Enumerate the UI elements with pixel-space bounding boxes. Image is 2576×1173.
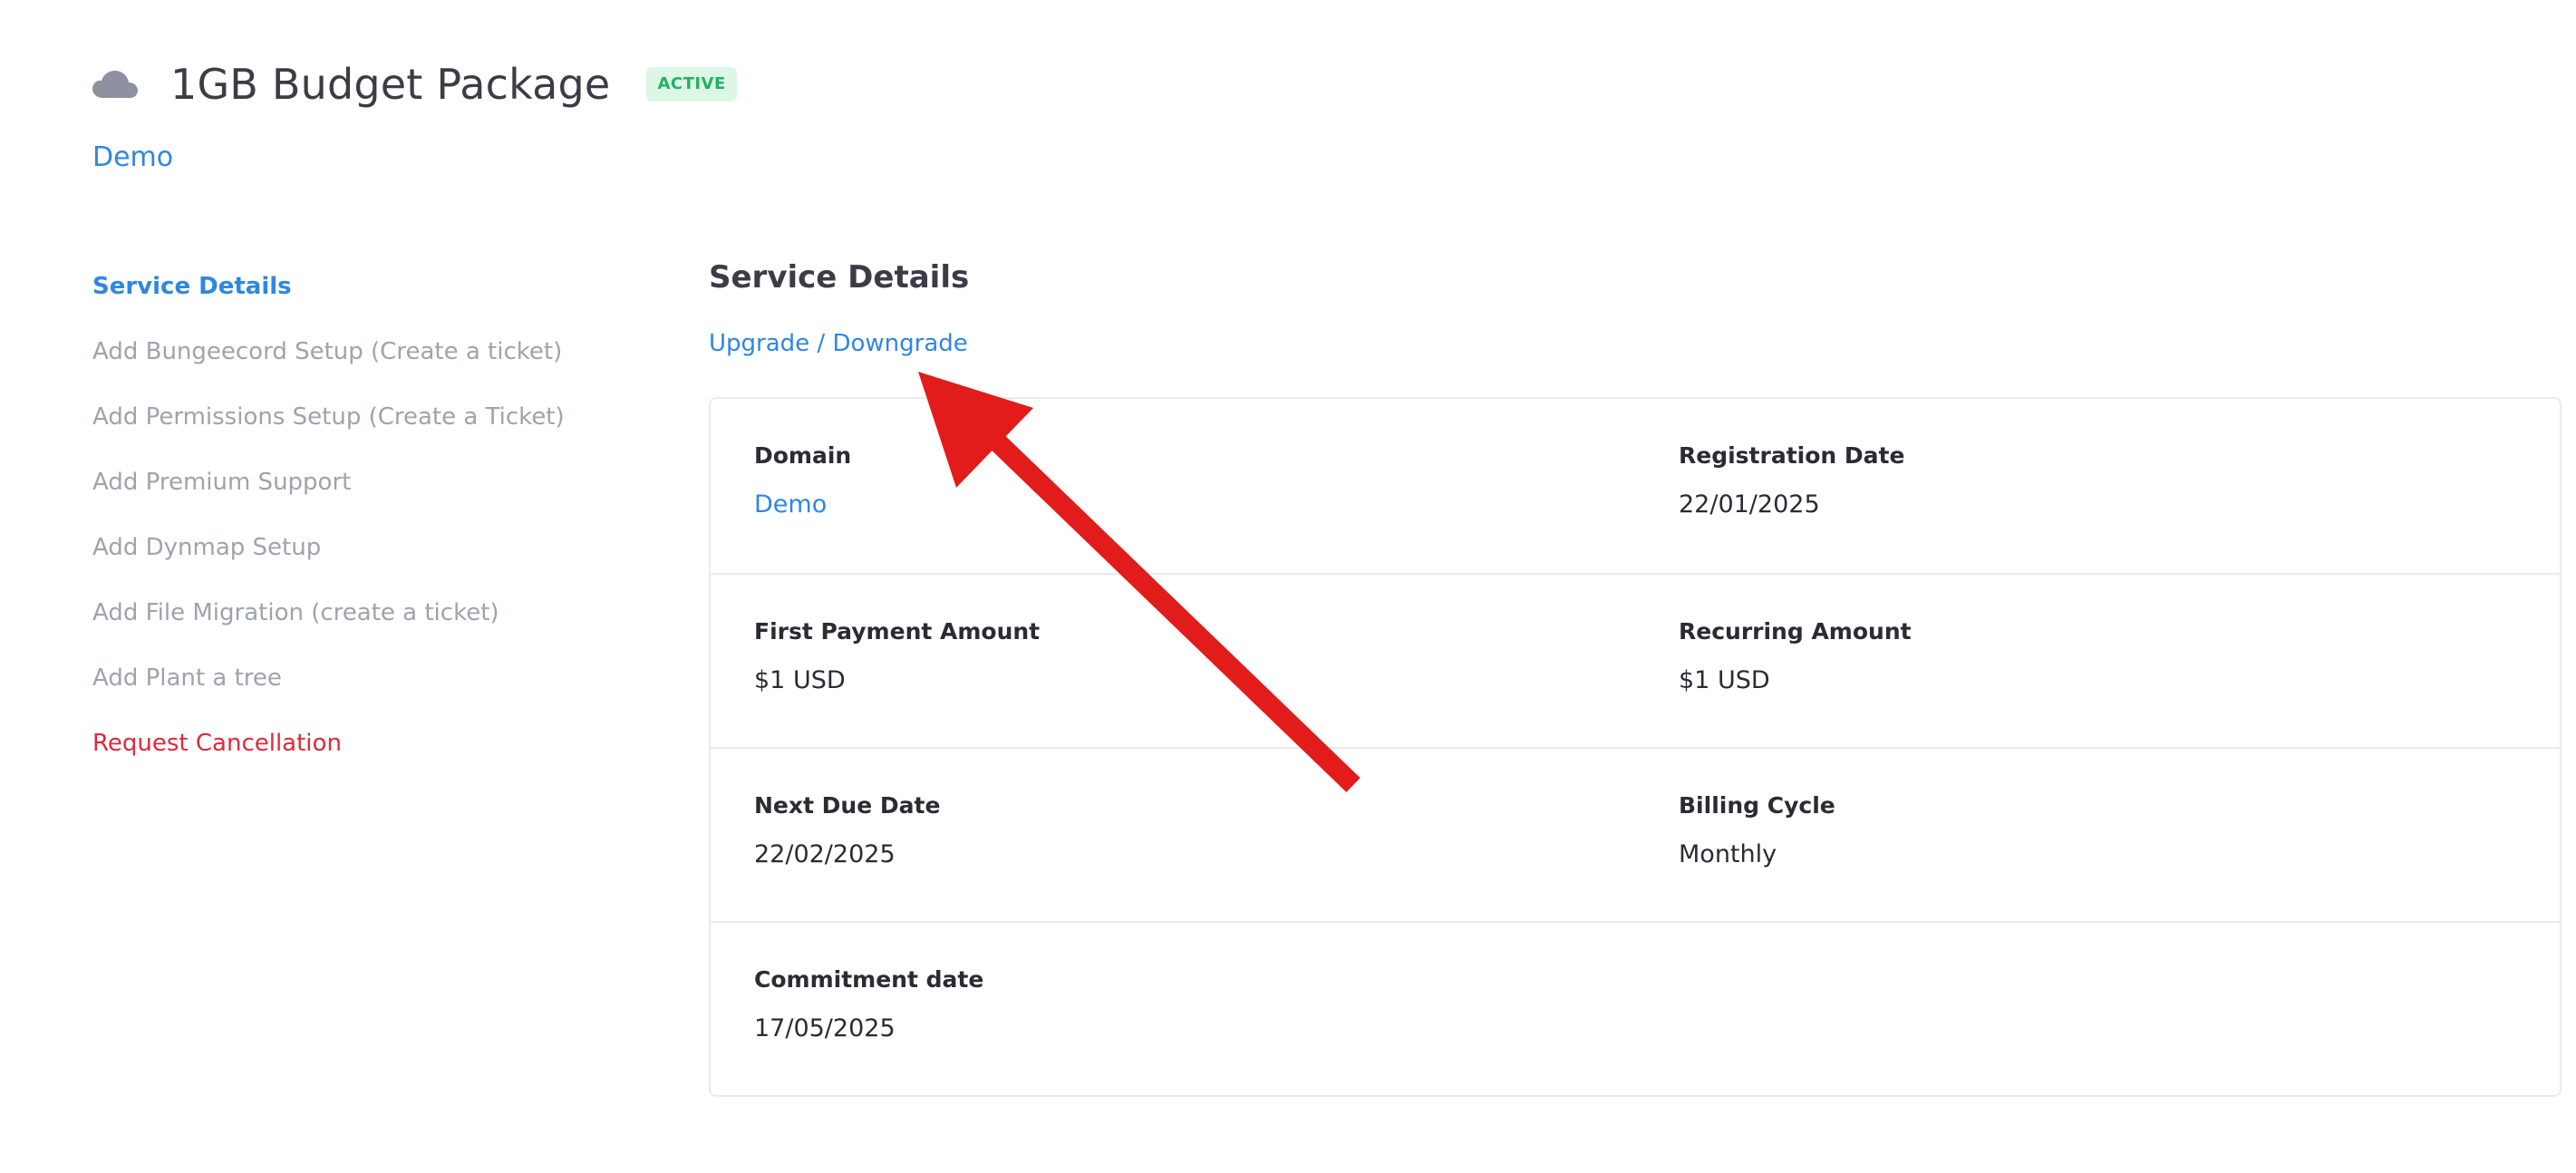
billing-cycle-field: Billing Cycle Monthly <box>1633 749 2556 921</box>
sidebar-item-request-cancellation[interactable]: Request Cancellation <box>92 711 654 776</box>
sidebar-nav: Service Details Add Bungeecord Setup (Cr… <box>92 268 654 790</box>
upgrade-downgrade-link[interactable]: Upgrade / Downgrade <box>709 330 968 357</box>
field-label: Domain <box>754 442 852 469</box>
field-label: Next Due Date <box>754 792 941 819</box>
registration-date-field: Registration Date 22/01/2025 <box>1633 399 2556 573</box>
page-header: 1GB Budget Package ACTIVE <box>92 53 737 116</box>
sidebar-item-bungeecord-setup[interactable]: Add Bungeecord Setup (Create a ticket) <box>92 319 654 384</box>
field-value: 22/01/2025 <box>1679 490 1820 519</box>
field-value: 17/05/2025 <box>754 1014 896 1042</box>
card-row: Commitment date 17/05/2025 <box>711 921 2560 1095</box>
card-row: First Payment Amount $1 USD Recurring Am… <box>711 573 2560 747</box>
field-label: Commitment date <box>754 966 984 993</box>
section-title: Service Details <box>709 259 970 296</box>
sidebar-item-premium-support[interactable]: Add Premium Support <box>92 450 654 515</box>
sidebar-item-plant-a-tree[interactable]: Add Plant a tree <box>92 645 654 711</box>
card-row: Domain Demo Registration Date 22/01/2025 <box>711 399 2560 573</box>
sidebar-item-dynmap-setup[interactable]: Add Dynmap Setup <box>92 515 654 580</box>
field-label: Recurring Amount <box>1679 618 1912 645</box>
page-title: 1GB Budget Package <box>170 60 611 109</box>
field-value: $1 USD <box>1679 666 1770 694</box>
domain-link[interactable]: Demo <box>92 141 173 173</box>
field-label: Billing Cycle <box>1679 792 1835 819</box>
field-value: Monthly <box>1679 840 1777 868</box>
field-value: 22/02/2025 <box>754 840 896 868</box>
field-label: Registration Date <box>1679 442 1905 469</box>
main-content: Service Details Upgrade / Downgrade Doma… <box>709 252 2561 1097</box>
sidebar-item-permissions-setup[interactable]: Add Permissions Setup (Create a Ticket) <box>92 384 654 450</box>
domain-value-link[interactable]: Demo <box>754 490 1633 519</box>
cloud-icon <box>92 66 138 102</box>
recurring-amount-field: Recurring Amount $1 USD <box>1633 575 2556 747</box>
field-value: $1 USD <box>754 666 846 694</box>
next-due-date-field: Next Due Date 22/02/2025 <box>711 749 1633 921</box>
empty-field <box>1633 923 2556 1095</box>
commitment-date-field: Commitment date 17/05/2025 <box>711 923 1633 1095</box>
sidebar-item-file-migration[interactable]: Add File Migration (create a ticket) <box>92 580 654 645</box>
domain-field: Domain Demo <box>711 399 1633 573</box>
service-details-card: Domain Demo Registration Date 22/01/2025… <box>709 397 2561 1097</box>
first-payment-field: First Payment Amount $1 USD <box>711 575 1633 747</box>
sidebar-item-service-details[interactable]: Service Details <box>92 254 654 319</box>
status-badge: ACTIVE <box>646 67 737 102</box>
card-row: Next Due Date 22/02/2025 Billing Cycle M… <box>711 747 2560 921</box>
field-label: First Payment Amount <box>754 618 1041 645</box>
